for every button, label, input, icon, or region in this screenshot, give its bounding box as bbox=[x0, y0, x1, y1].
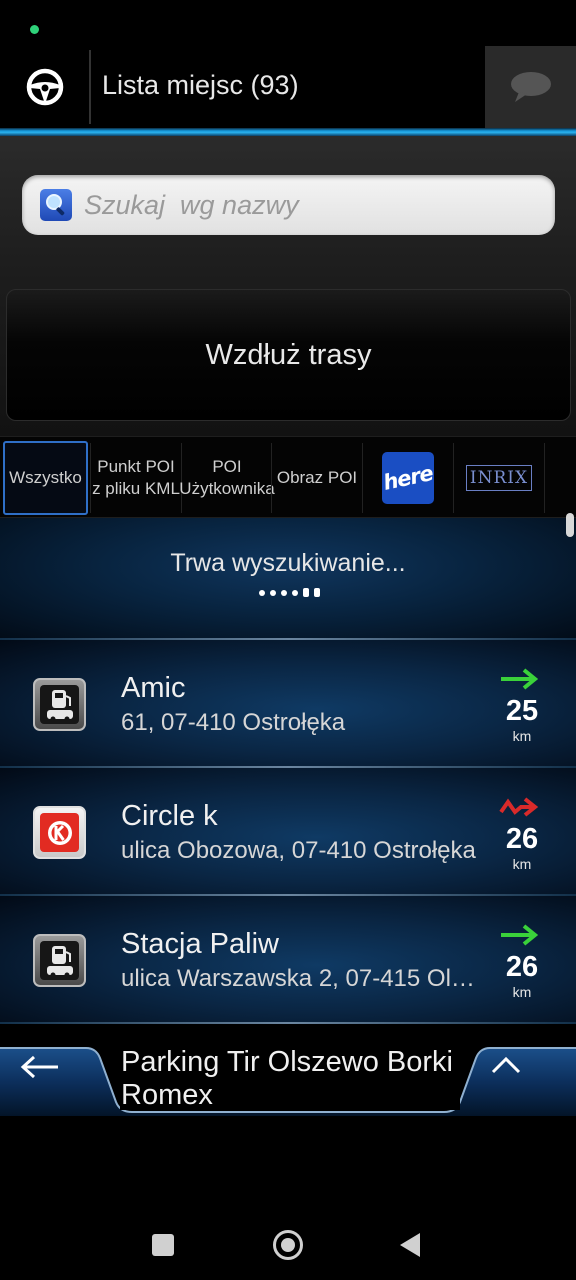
here-logo-text: here bbox=[381, 461, 435, 495]
circle-k-logo-icon bbox=[33, 806, 86, 859]
tab-here[interactable]: here bbox=[363, 441, 453, 515]
list-item[interactable]: Circle k ulica Obozowa, 07-410 Ostrołęka… bbox=[0, 768, 576, 894]
fuel-station-icon bbox=[33, 934, 86, 987]
searching-status: Trwa wyszukiwanie... bbox=[170, 549, 406, 577]
status-indicator-dot bbox=[30, 25, 39, 34]
list-item[interactable]: Amic 61, 07-410 Ostrołęka 25 km bbox=[0, 640, 576, 766]
along-route-label: Wzdłuż trasy bbox=[205, 338, 372, 371]
loading-dots-icon bbox=[259, 588, 320, 597]
arrow-left-icon bbox=[20, 1055, 58, 1079]
result-address: 61, 07-410 Ostrołęka bbox=[121, 709, 346, 736]
app-header: Lista miejsc (93) bbox=[0, 44, 576, 130]
tab-all-label: Wszystko bbox=[9, 468, 82, 487]
drive-mode-button[interactable] bbox=[0, 44, 90, 130]
result-distance-unit: km bbox=[512, 728, 532, 744]
tab-divider bbox=[544, 443, 545, 513]
fuel-station-icon bbox=[33, 678, 86, 731]
inrix-logo-icon: INRIX bbox=[465, 465, 533, 491]
result-address: ulica Obozowa, 07-410 Ostrołęka bbox=[121, 837, 476, 864]
header-accent-line bbox=[0, 128, 576, 136]
expand-up-button[interactable] bbox=[490, 1054, 560, 1110]
result-distance: 26 bbox=[505, 823, 539, 855]
tab-inrix[interactable]: INRIX bbox=[454, 441, 544, 515]
tab-poi-image-label: Obraz POI bbox=[276, 468, 358, 487]
here-logo-icon: here bbox=[381, 452, 435, 504]
chevron-up-icon bbox=[491, 1056, 521, 1074]
bottom-action-bar: Parking Tir Olszewo Borki Romex bbox=[0, 1046, 576, 1116]
result-name: Circle k bbox=[121, 800, 218, 832]
row-divider bbox=[0, 1022, 576, 1024]
along-route-button[interactable]: Wzdłuż trasy bbox=[6, 289, 571, 421]
back-button[interactable] bbox=[20, 1054, 90, 1110]
tab-kml-poi[interactable]: Punkt POI z pliku KML bbox=[91, 441, 181, 515]
tab-user-poi-line2: Użytkownika bbox=[179, 479, 275, 498]
next-destination-line1: Parking Tir Olszewo Borki bbox=[121, 1046, 453, 1078]
system-navigation-bar bbox=[0, 1205, 576, 1280]
search-bar[interactable] bbox=[22, 175, 555, 235]
tab-kml-poi-line2: z pliku KML bbox=[92, 479, 180, 498]
next-destination-title[interactable]: Parking Tir Olszewo Borki Romex bbox=[121, 1046, 481, 1112]
tab-kml-poi-line1: Punkt POI bbox=[97, 457, 175, 476]
result-name: Stacja Paliw bbox=[121, 928, 279, 960]
scrollbar[interactable] bbox=[566, 513, 574, 537]
search-progress-panel: Trwa wyszukiwanie... bbox=[0, 518, 576, 638]
search-icon[interactable] bbox=[40, 189, 72, 221]
tab-poi-image[interactable]: Obraz POI bbox=[272, 441, 362, 515]
detour-arrow-icon bbox=[499, 797, 539, 817]
chat-bubble-icon bbox=[510, 72, 551, 102]
arrow-right-icon bbox=[501, 668, 539, 690]
list-item[interactable]: Stacja Paliw ulica Warszawska 2, 07-415 … bbox=[0, 896, 576, 1022]
arrow-right-icon bbox=[501, 924, 539, 946]
page-title: Lista miejsc (93) bbox=[102, 70, 299, 100]
result-distance-unit: km bbox=[512, 856, 532, 872]
result-address: ulica Warszawska 2, 07-415 Olsze… bbox=[121, 965, 483, 992]
result-distance: 25 bbox=[505, 695, 539, 727]
system-back-button[interactable] bbox=[400, 1233, 420, 1257]
home-button[interactable] bbox=[273, 1230, 303, 1260]
result-distance: 26 bbox=[505, 951, 539, 983]
recent-apps-button[interactable] bbox=[152, 1234, 174, 1256]
search-input[interactable] bbox=[84, 188, 534, 222]
filter-tabs: Wszystko Punkt POI z pliku KML POI Użytk… bbox=[0, 436, 576, 518]
chat-button[interactable] bbox=[485, 46, 576, 128]
steering-wheel-icon bbox=[26, 68, 64, 106]
result-name: Amic bbox=[121, 672, 186, 704]
next-destination-line2: Romex bbox=[121, 1079, 213, 1111]
result-distance-unit: km bbox=[512, 984, 532, 1000]
tab-user-poi-line1: POI bbox=[212, 457, 242, 476]
header-separator bbox=[89, 50, 91, 124]
tab-user-poi[interactable]: POI Użytkownika bbox=[179, 441, 275, 515]
tab-all[interactable]: Wszystko bbox=[3, 441, 88, 515]
